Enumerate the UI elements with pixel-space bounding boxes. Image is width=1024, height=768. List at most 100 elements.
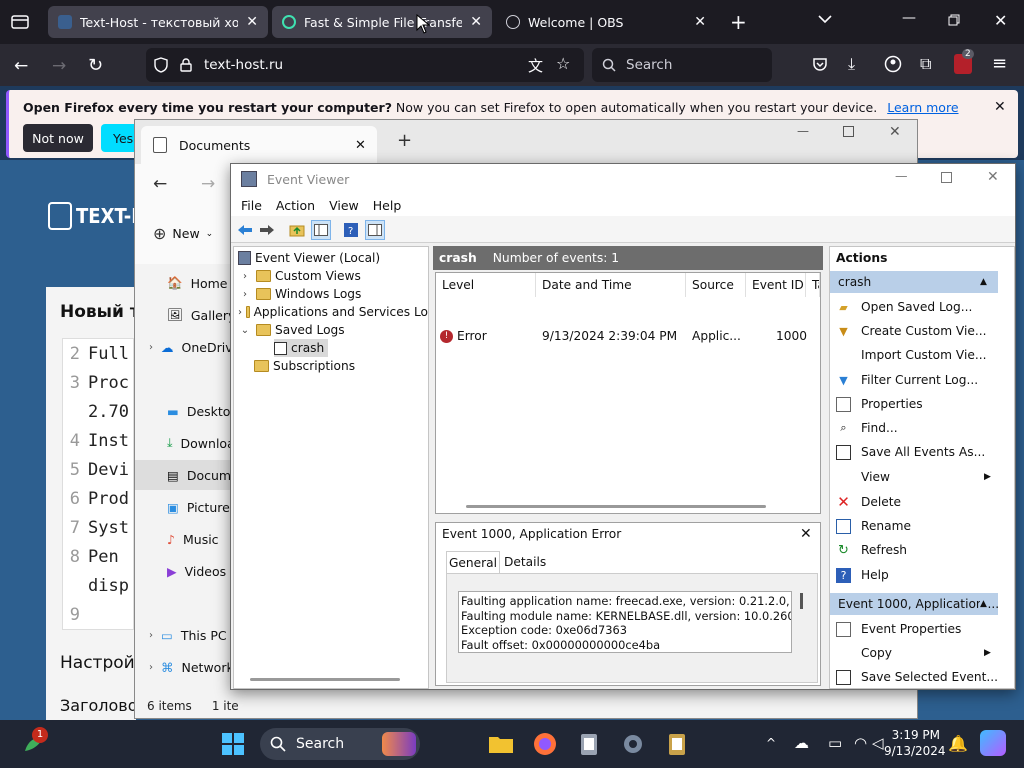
new-tab-icon[interactable]: + [397,130,412,151]
translate-icon[interactable]: 文 [528,55,543,76]
column-header-event-id[interactable]: Event ID [746,273,806,297]
firefox-taskbar-icon[interactable] [530,729,560,759]
help-icon[interactable]: ? [341,220,361,240]
lock-icon[interactable] [180,58,192,72]
tree-item-custom-views[interactable]: › Custom Views [238,267,361,285]
chevron-right-icon[interactable]: › [238,307,242,318]
tree-item-applications-services[interactable]: › Applications and Services Lo [238,303,428,321]
actions-section-crash[interactable]: crash ▲ [830,271,998,293]
column-header-date[interactable]: Date and Time [536,273,686,297]
nav-item-this-pc[interactable]: › ▭ This PC [135,620,233,650]
nav-item-downloads[interactable]: ⤓Downloads [135,428,233,458]
restore-icon[interactable] [948,14,960,26]
up-folder-icon[interactable] [287,220,307,240]
learn-more-link[interactable]: Learn more [887,100,958,115]
nav-item-desktop[interactable]: ▬Desktop [135,396,233,426]
forward-arrow-icon[interactable] [257,220,277,240]
action-refresh[interactable]: ↻ Refresh [830,539,998,561]
menu-icon[interactable]: ≡ [992,53,1007,74]
reload-icon[interactable]: ↻ [88,55,103,76]
nav-item-network[interactable]: › ⌘ Network [135,652,233,682]
action-create-custom-view[interactable]: ▼ Create Custom Vie... [830,320,998,342]
tree-item-saved-logs[interactable]: ⌄ Saved Logs [238,321,345,339]
tab-details[interactable]: Details [504,555,546,569]
back-arrow-icon[interactable] [235,220,255,240]
event-description[interactable]: Faulting application name: freecad.exe, … [458,591,792,653]
back-arrow-icon[interactable]: ← [153,174,167,194]
action-event-properties[interactable]: Event Properties [830,618,998,640]
notepad-taskbar-icon[interactable] [574,729,604,759]
screen-share-icon[interactable]: ▭ [828,734,842,752]
chevron-up-icon[interactable]: ^ [766,736,776,750]
maximize-icon[interactable] [941,172,952,183]
chevron-down-icon[interactable]: ⌄ [238,325,252,336]
notification-bell-icon[interactable]: 🔔 [948,734,968,753]
nav-item-pictures[interactable]: ▣ Pictures [135,492,233,522]
chevron-right-icon[interactable]: › [238,271,252,282]
forward-arrow-icon[interactable]: → [52,56,66,76]
wifi-icon[interactable]: ◠ [854,734,867,752]
new-button[interactable]: ⊕ New ⌄ [153,224,213,243]
url-bar[interactable]: text-host.ru 文 ☆ [146,48,584,82]
back-arrow-icon[interactable]: ← [14,56,28,76]
tab-list-icon[interactable] [10,12,30,32]
horizontal-scrollbar[interactable] [466,505,766,508]
extensions-icon[interactable]: ⧉ [920,54,931,74]
maximize-icon[interactable] [843,126,854,137]
tree-item-event-viewer-local[interactable]: Event Viewer (Local) [238,249,380,267]
tree-item-subscriptions[interactable]: Subscriptions [254,357,355,375]
nav-item-home[interactable]: 🏠 Home [135,268,233,298]
close-window-icon[interactable]: ✕ [987,169,999,185]
close-notification-icon[interactable]: ✕ [994,99,1006,115]
not-now-button[interactable]: Not now [23,124,93,152]
action-save-all-events[interactable]: Save All Events As... [830,441,998,463]
tab-general[interactable]: General [446,551,500,573]
action-properties[interactable]: Properties [830,393,998,415]
show-hide-tree-icon[interactable] [311,220,331,240]
vertical-scrollbar[interactable] [800,593,803,609]
horizontal-scrollbar[interactable] [250,678,400,681]
volume-icon[interactable]: ◁ [872,734,884,752]
collapse-arrow-icon[interactable]: ▲ [980,599,987,609]
tree-item-crash[interactable]: crash [274,339,329,357]
shield-icon[interactable] [154,57,168,73]
taskbar-clock[interactable]: 3:19 PM 9/13/2024 [884,727,946,759]
action-help[interactable]: ? Help [830,564,998,586]
menu-view[interactable]: View [329,198,359,213]
action-import-custom-view[interactable]: Import Custom Vie... [830,344,998,366]
action-view[interactable]: View ▶ [830,466,998,488]
pocket-icon[interactable] [812,56,828,72]
nav-item-onedrive[interactable]: ›☁OneDrive [135,332,233,362]
start-windows-icon[interactable] [218,729,248,759]
tab-text-host[interactable]: Text-Host - текстовый хостинг ✕ [48,6,268,38]
action-delete[interactable]: ✕ Delete [830,491,998,513]
chevron-right-icon[interactable]: › [238,289,252,300]
menu-file[interactable]: File [241,198,262,213]
close-detail-icon[interactable]: ✕ [800,526,812,542]
tab-file-transfers[interactable]: Fast & Simple File Transfers - ✕ [272,6,492,38]
cloud-offline-icon[interactable]: ☁ [794,734,809,752]
menu-action[interactable]: Action [276,198,315,213]
close-window-icon[interactable]: ✕ [994,11,1007,30]
copilot-icon[interactable] [980,730,1006,756]
action-copy[interactable]: Copy ▶ [830,642,998,664]
forward-arrow-icon[interactable]: → [201,174,215,194]
search-bar[interactable]: Search [592,48,772,82]
close-window-icon[interactable]: ✕ [889,124,901,140]
ublock-icon[interactable]: 2 [954,49,974,74]
document-taskbar-icon[interactable] [662,729,692,759]
settings-gear-icon[interactable] [618,729,648,759]
minimize-icon[interactable]: — [902,10,916,26]
show-action-pane-icon[interactable] [365,220,385,240]
downloads-icon[interactable]: ⤓ [848,54,855,74]
action-filter-current-log[interactable]: ▼ Filter Current Log... [830,369,998,391]
explorer-tab-documents[interactable]: Documents ✕ [141,126,377,164]
account-icon[interactable] [884,55,902,73]
widgets-icon[interactable]: 1 [20,727,50,759]
nav-item-videos[interactable]: ▶ Videos [135,556,233,586]
close-tab-icon[interactable]: ✕ [246,14,258,30]
close-tab-icon[interactable]: ✕ [470,14,482,30]
action-save-selected-event[interactable]: Save Selected Event... [830,666,998,688]
bookmark-star-icon[interactable]: ☆ [556,54,570,73]
action-find[interactable]: ⌕ Find... [830,417,998,439]
